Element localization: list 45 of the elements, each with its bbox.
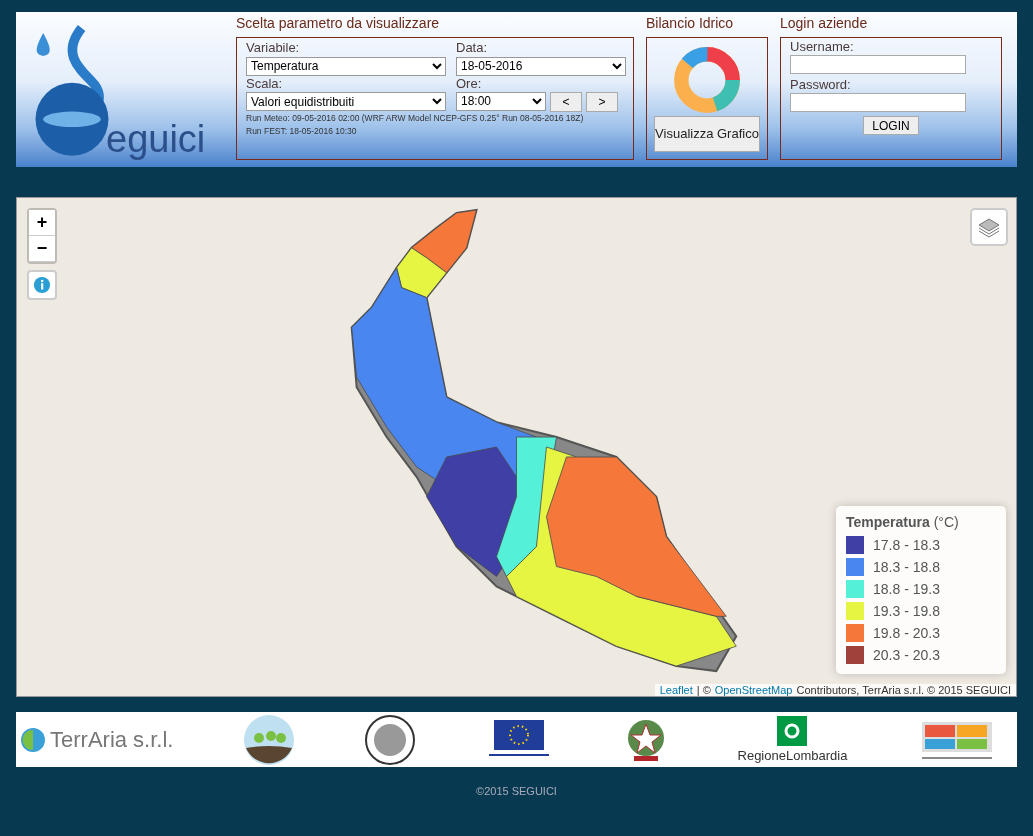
openstreetmap-link[interactable]: OpenStreetMap	[714, 684, 793, 696]
legend-label: 19.8 - 20.3	[873, 625, 940, 641]
field-label: Password:	[790, 77, 852, 93]
next-button[interactable]: >	[586, 91, 618, 112]
login-button[interactable]: LOGIN	[863, 116, 919, 135]
run-info-text: Run FEST: 18-05-2016 10:30	[245, 124, 358, 138]
legend-label: 18.8 - 19.3	[873, 581, 940, 597]
scale-select[interactable]: Valori equidistribuiti	[246, 92, 446, 111]
variable-select[interactable]: Temperatura	[246, 56, 446, 76]
date-select[interactable]: 18-05-2016	[456, 56, 626, 76]
attribution-text: Contributors, TerrAria s.r.l. © 2015 SEGUICI	[796, 684, 1011, 696]
info-icon	[33, 276, 51, 294]
lombardia-logo-icon	[777, 716, 808, 746]
field-label: Username:	[790, 39, 855, 55]
info-button[interactable]	[27, 270, 57, 300]
partner-logo-text: RegioneLombardia	[737, 748, 848, 763]
previous-button[interactable]: <	[550, 91, 582, 112]
copyright-text: ©2015 SEGUICI	[475, 785, 558, 797]
field-label: Scala:	[246, 75, 284, 92]
leaflet-link[interactable]: Leaflet	[659, 684, 693, 696]
legend-label: 20.3 - 20.3	[873, 647, 940, 663]
hour-select[interactable]: 18:00	[456, 91, 546, 111]
section-title: Login aziende	[780, 14, 869, 33]
zoom-out-button[interactable]: −	[29, 236, 55, 262]
section-title: Bilancio Idrico	[646, 14, 735, 33]
map-tile[interactable]: + − Temperatura (°C) 17.8 - 18.3 18.3 - 18.8 18.8 - 19.3 19.3 - 19.8 19.8 - 20.3 20.3 - 20.3 Leaflet | © OpenStreetMap Contributors, TerrAria s.r.l. © 2015 SEGUICI	[16, 197, 1017, 697]
zoom-in-button[interactable]: +	[29, 210, 55, 236]
field-label: Ore:	[456, 75, 483, 92]
section-title: Scelta parametro da visualizzare	[236, 14, 441, 33]
field-label: Variabile:	[246, 40, 301, 56]
partner-logo-text: TerrAria s.r.l.	[50, 726, 174, 753]
legend-title: Temperatura (°C)	[846, 514, 960, 530]
legend-label: 18.3 - 18.8	[873, 559, 940, 575]
attribution-text: | ©	[696, 684, 711, 696]
legend-label: 19.3 - 19.8	[873, 603, 940, 619]
legend-label: 17.8 - 18.3	[873, 537, 940, 553]
show-chart-button[interactable]: Visualizza Grafico	[654, 116, 760, 152]
password-field[interactable]	[790, 93, 966, 112]
field-label: Data:	[456, 40, 489, 56]
plants-logo-icon	[243, 713, 296, 766]
terraria-logo-icon	[20, 726, 46, 753]
run-info-text: Run Meteo: 09-05-2016 02:00 (WRF ARW Model NCEP-GFS 0.25° Run 08-05-2016 18Z)	[245, 111, 585, 125]
layers-button[interactable]	[970, 208, 1008, 246]
username-field[interactable]	[790, 55, 966, 74]
logo-text: eguici	[106, 118, 206, 161]
